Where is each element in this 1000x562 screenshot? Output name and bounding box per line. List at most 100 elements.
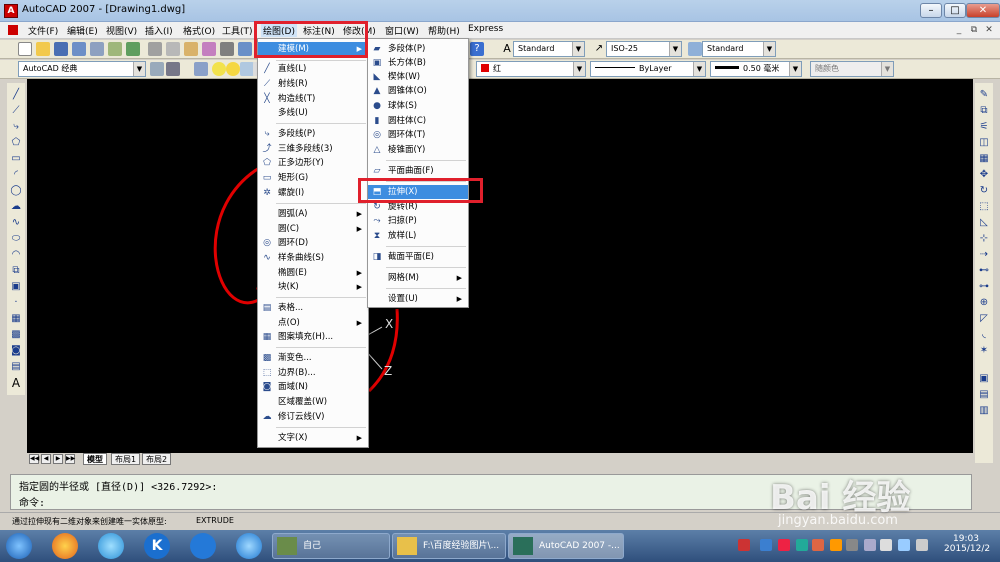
offset-icon[interactable]: ◫ xyxy=(978,137,990,149)
menu-item-boundary[interactable]: ⬚ 边界(B)... xyxy=(258,366,368,380)
submenu-item-loft[interactable]: ⧗ 放样(L) xyxy=(368,229,468,243)
menu-item-donut[interactable]: ◎ 圆环(D) xyxy=(258,236,368,250)
new-icon[interactable] xyxy=(18,42,32,56)
tray-battery-icon[interactable] xyxy=(916,539,928,551)
menu-express[interactable]: Express xyxy=(468,24,503,34)
submenu-item-sweep[interactable]: ⤳ 扫掠(P) xyxy=(368,214,468,228)
preview-icon[interactable] xyxy=(90,42,104,56)
menu-item-helix[interactable]: ✲ 螺旋(I) xyxy=(258,186,368,200)
dim-style-combo[interactable]: ISO-25 ▼ xyxy=(606,41,682,57)
hatch-icon[interactable]: ▦ xyxy=(10,313,22,325)
fillet-icon[interactable]: ◟ xyxy=(978,329,990,341)
menu-item-mline[interactable]: 多线(U) xyxy=(258,106,368,120)
submenu-item-box[interactable]: ▣ 长方体(B) xyxy=(368,56,468,70)
scale-icon[interactable]: ⬚ xyxy=(978,201,990,213)
close-icon[interactable]: ✕ xyxy=(966,3,1000,18)
menu-item-hatch[interactable]: ▦ 图案填充(H)... xyxy=(258,330,368,344)
tray-network-icon[interactable] xyxy=(864,539,876,551)
text-style-combo[interactable]: Standard ▼ xyxy=(513,41,585,57)
move-icon[interactable]: ✥ xyxy=(978,169,990,181)
doc-restore-icon[interactable]: ⧉ xyxy=(967,24,981,36)
submenu-item-cone[interactable]: ▲ 圆锥体(O) xyxy=(368,84,468,98)
tab-next-icon[interactable]: ▶ xyxy=(53,454,63,464)
help-icon[interactable]: ? xyxy=(470,42,484,56)
matchprop-icon[interactable] xyxy=(202,42,216,56)
start-button-icon[interactable] xyxy=(6,533,32,559)
submenu-item-pyramid[interactable]: △ 棱锥面(Y) xyxy=(368,143,468,157)
tray-app-icon[interactable] xyxy=(778,539,790,551)
workspace-combo[interactable]: AutoCAD 经典 ▼ xyxy=(18,61,146,77)
copy-object-icon[interactable]: ⧉ xyxy=(978,105,990,117)
polygon-icon[interactable]: ⬠ xyxy=(10,137,22,149)
chevron-down-icon[interactable]: ▼ xyxy=(573,62,585,76)
publish-icon[interactable] xyxy=(108,42,122,56)
submenu-item-sphere[interactable]: ● 球体(S) xyxy=(368,99,468,113)
submenu-item-polysolid[interactable]: ▰ 多段体(P) xyxy=(368,42,468,56)
region-icon[interactable]: ◙ xyxy=(10,345,22,357)
revcloud-icon[interactable]: ☁ xyxy=(10,201,22,213)
tray-shield-icon[interactable] xyxy=(760,539,772,551)
point-icon[interactable]: · xyxy=(10,297,22,309)
chevron-down-icon[interactable]: ▼ xyxy=(133,62,145,76)
tab-layout2[interactable]: 布局2 xyxy=(142,453,172,465)
spline-icon[interactable]: ∿ xyxy=(10,217,22,229)
linetype-combo[interactable]: ByLayer ▼ xyxy=(590,61,706,77)
ellipse-icon[interactable]: ⬭ xyxy=(10,233,22,245)
line-icon[interactable]: ╱ xyxy=(10,89,22,101)
join-icon[interactable]: ⊕ xyxy=(978,297,990,309)
tray-volume-icon[interactable] xyxy=(898,539,910,551)
layer-lock-icon[interactable] xyxy=(240,62,254,76)
open-icon[interactable] xyxy=(36,42,50,56)
3d-dwf-icon[interactable] xyxy=(126,42,140,56)
restore-icon[interactable]: □ xyxy=(944,3,966,18)
menu-insert[interactable]: 插入(I) xyxy=(145,24,173,37)
paste-icon[interactable] xyxy=(184,42,198,56)
chevron-down-icon[interactable]: ▼ xyxy=(572,42,584,56)
menu-item-circle[interactable]: 圆(C) ▶ xyxy=(258,222,368,236)
menu-window[interactable]: 窗口(W) xyxy=(385,24,419,37)
xline-icon[interactable]: ⟋ xyxy=(10,105,22,117)
ie-icon[interactable] xyxy=(98,533,124,559)
menu-tools[interactable]: 工具(T) xyxy=(222,24,253,37)
tray-icon[interactable] xyxy=(738,539,750,551)
cut-icon[interactable] xyxy=(148,42,162,56)
break-point-icon[interactable]: ⊷ xyxy=(978,265,990,277)
submenu-item-torus[interactable]: ◎ 圆环体(T) xyxy=(368,128,468,142)
explode-icon[interactable]: ✶ xyxy=(978,345,990,357)
rectangle-icon[interactable]: ▭ xyxy=(10,153,22,165)
browser-icon[interactable] xyxy=(52,533,78,559)
draworder-icon[interactable]: ▣ xyxy=(978,373,990,385)
menu-item-block[interactable]: 块(K) ▶ xyxy=(258,280,368,294)
submenu-item-settings[interactable]: 设置(U) ▶ xyxy=(368,292,468,306)
menu-item-ellipse[interactable]: 椭圆(E) ▶ xyxy=(258,266,368,280)
submenu-item-sectionplane[interactable]: ◨ 截面平面(E) xyxy=(368,250,468,264)
clock[interactable]: 19:03 2015/12/2 xyxy=(944,534,990,554)
tab-last-icon[interactable]: ▶▶ xyxy=(65,454,75,464)
gradient-icon[interactable]: ▩ xyxy=(10,329,22,341)
menu-item-wipeout[interactable]: 区域覆盖(W) xyxy=(258,395,368,409)
tab-model[interactable]: 模型 xyxy=(83,453,107,465)
layer-on-icon[interactable] xyxy=(212,62,226,76)
chevron-down-icon[interactable]: ▼ xyxy=(789,62,801,76)
arc-icon[interactable]: ◜ xyxy=(10,169,22,181)
tab-first-icon[interactable]: ◀◀ xyxy=(29,454,39,464)
task-photo[interactable]: 自己 xyxy=(272,533,390,559)
menu-edit[interactable]: 编辑(E) xyxy=(67,24,98,37)
doc-minimize-icon[interactable]: _ xyxy=(952,24,966,36)
polyline-icon[interactable]: ⤷ xyxy=(10,121,22,133)
tray-app-icon[interactable] xyxy=(812,539,824,551)
menu-item-table[interactable]: ▤ 表格... xyxy=(258,301,368,315)
save-icon[interactable] xyxy=(54,42,68,56)
draworder-back-icon[interactable]: ▥ xyxy=(978,405,990,417)
menu-format[interactable]: 格式(O) xyxy=(183,24,215,37)
tray-app-icon[interactable] xyxy=(830,539,842,551)
workspace-settings-icon[interactable] xyxy=(150,62,164,76)
undo-icon[interactable] xyxy=(238,42,252,56)
menu-item-rectangle[interactable]: ▭ 矩形(G) xyxy=(258,171,368,185)
trim-icon[interactable]: ⊹ xyxy=(978,233,990,245)
chamfer-icon[interactable]: ◸ xyxy=(978,313,990,325)
rotate-icon[interactable]: ↻ xyxy=(978,185,990,197)
menu-item-arc[interactable]: 圆弧(A) ▶ xyxy=(258,207,368,221)
copy-icon[interactable] xyxy=(166,42,180,56)
submenu-item-cylinder[interactable]: ▮ 圆柱体(C) xyxy=(368,114,468,128)
